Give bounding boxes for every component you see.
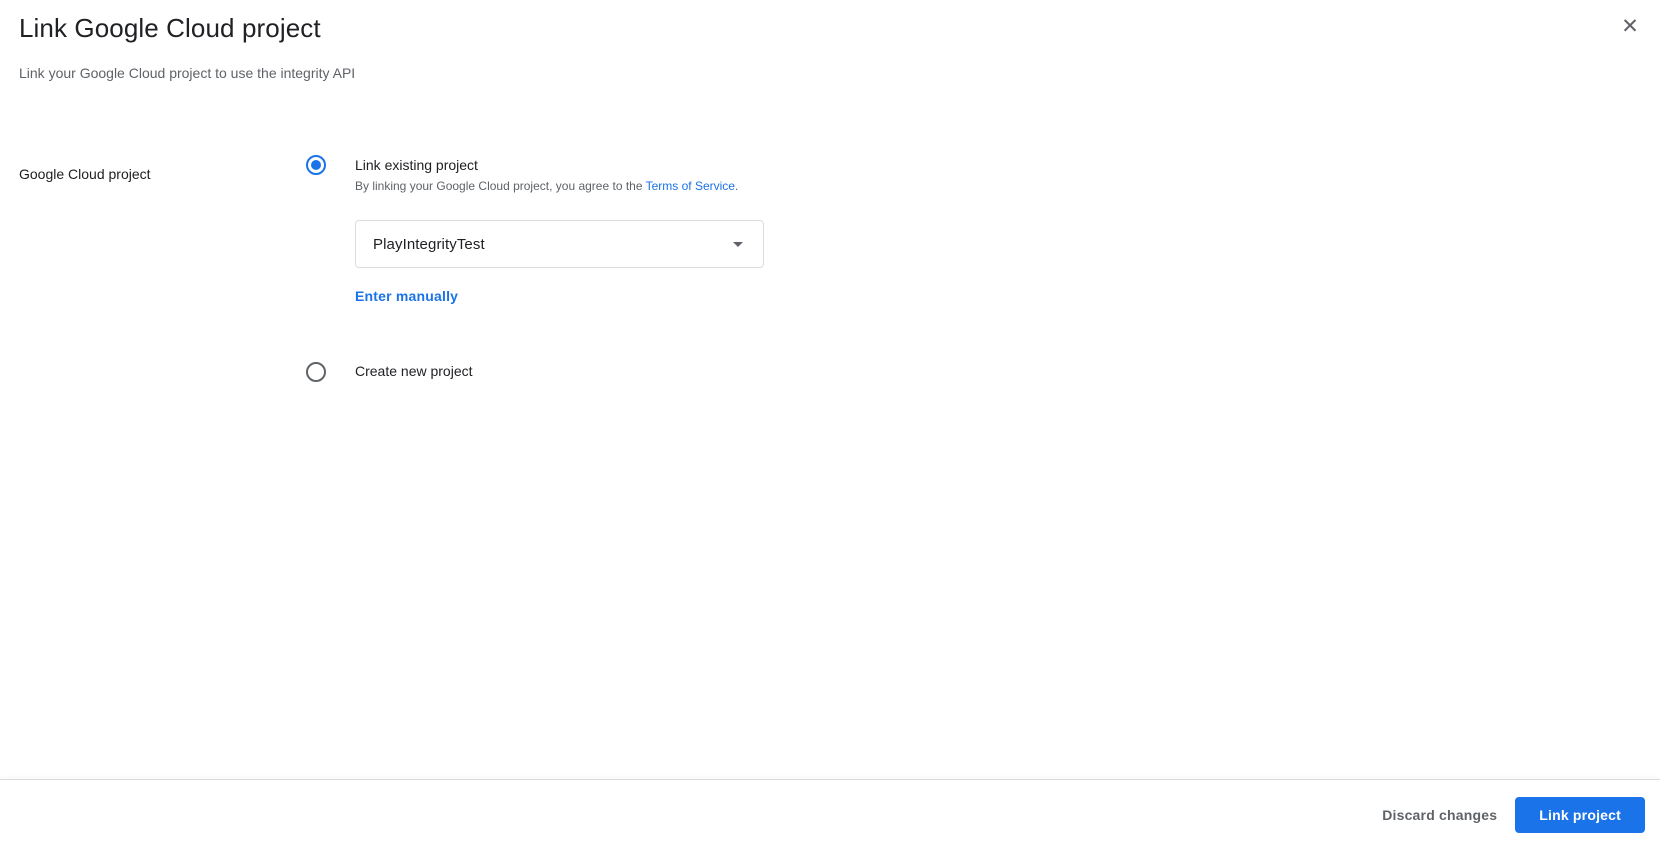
dialog-subtitle: Link your Google Cloud project to use th… (19, 65, 356, 81)
dialog-header: Link Google Cloud project Link your Goog… (0, 0, 1660, 83)
dialog-title: Link Google Cloud project (19, 13, 321, 43)
radio-selected-icon[interactable] (306, 155, 326, 175)
project-select-dropdown[interactable]: PlayIntegrityTest (355, 220, 764, 268)
radio-option-label: Create new project (355, 363, 473, 379)
google-cloud-project-form-row: Google Cloud project Link existing proje… (0, 154, 1660, 382)
project-select-value: PlayIntegrityTest (373, 235, 485, 253)
radio-option-helper: By linking your Google Cloud project, yo… (355, 178, 738, 194)
enter-manually-link[interactable]: Enter manually (355, 288, 458, 304)
close-icon: ✕ (1621, 15, 1639, 38)
radio-selected-dot (311, 160, 321, 170)
radio-option-create-new-project[interactable]: Create new project (306, 361, 1660, 382)
discard-changes-button[interactable]: Discard changes (1372, 799, 1507, 831)
radio-option-link-existing-project[interactable]: Link existing project By linking your Go… (306, 154, 1660, 194)
helper-prefix: By linking your Google Cloud project, yo… (355, 179, 646, 193)
radio-unselected-icon[interactable] (306, 362, 326, 382)
link-project-button[interactable]: Link project (1515, 796, 1645, 833)
dialog-footer: Discard changes Link project (0, 779, 1660, 849)
radio-option-texts: Create new project (355, 361, 473, 381)
helper-suffix: . (734, 179, 739, 193)
radio-option-label: Link existing project (355, 157, 478, 173)
project-link-radio-group: Link existing project By linking your Go… (306, 154, 1660, 382)
terms-of-service-link[interactable]: Terms of Service (646, 179, 735, 193)
form-row-label: Google Cloud project (19, 166, 151, 182)
chevron-down-icon (733, 241, 743, 247)
radio-option-texts: Link existing project By linking your Go… (355, 154, 738, 194)
link-google-cloud-project-dialog: Link Google Cloud project Link your Goog… (0, 0, 1660, 849)
close-button[interactable]: ✕ (1616, 13, 1644, 41)
